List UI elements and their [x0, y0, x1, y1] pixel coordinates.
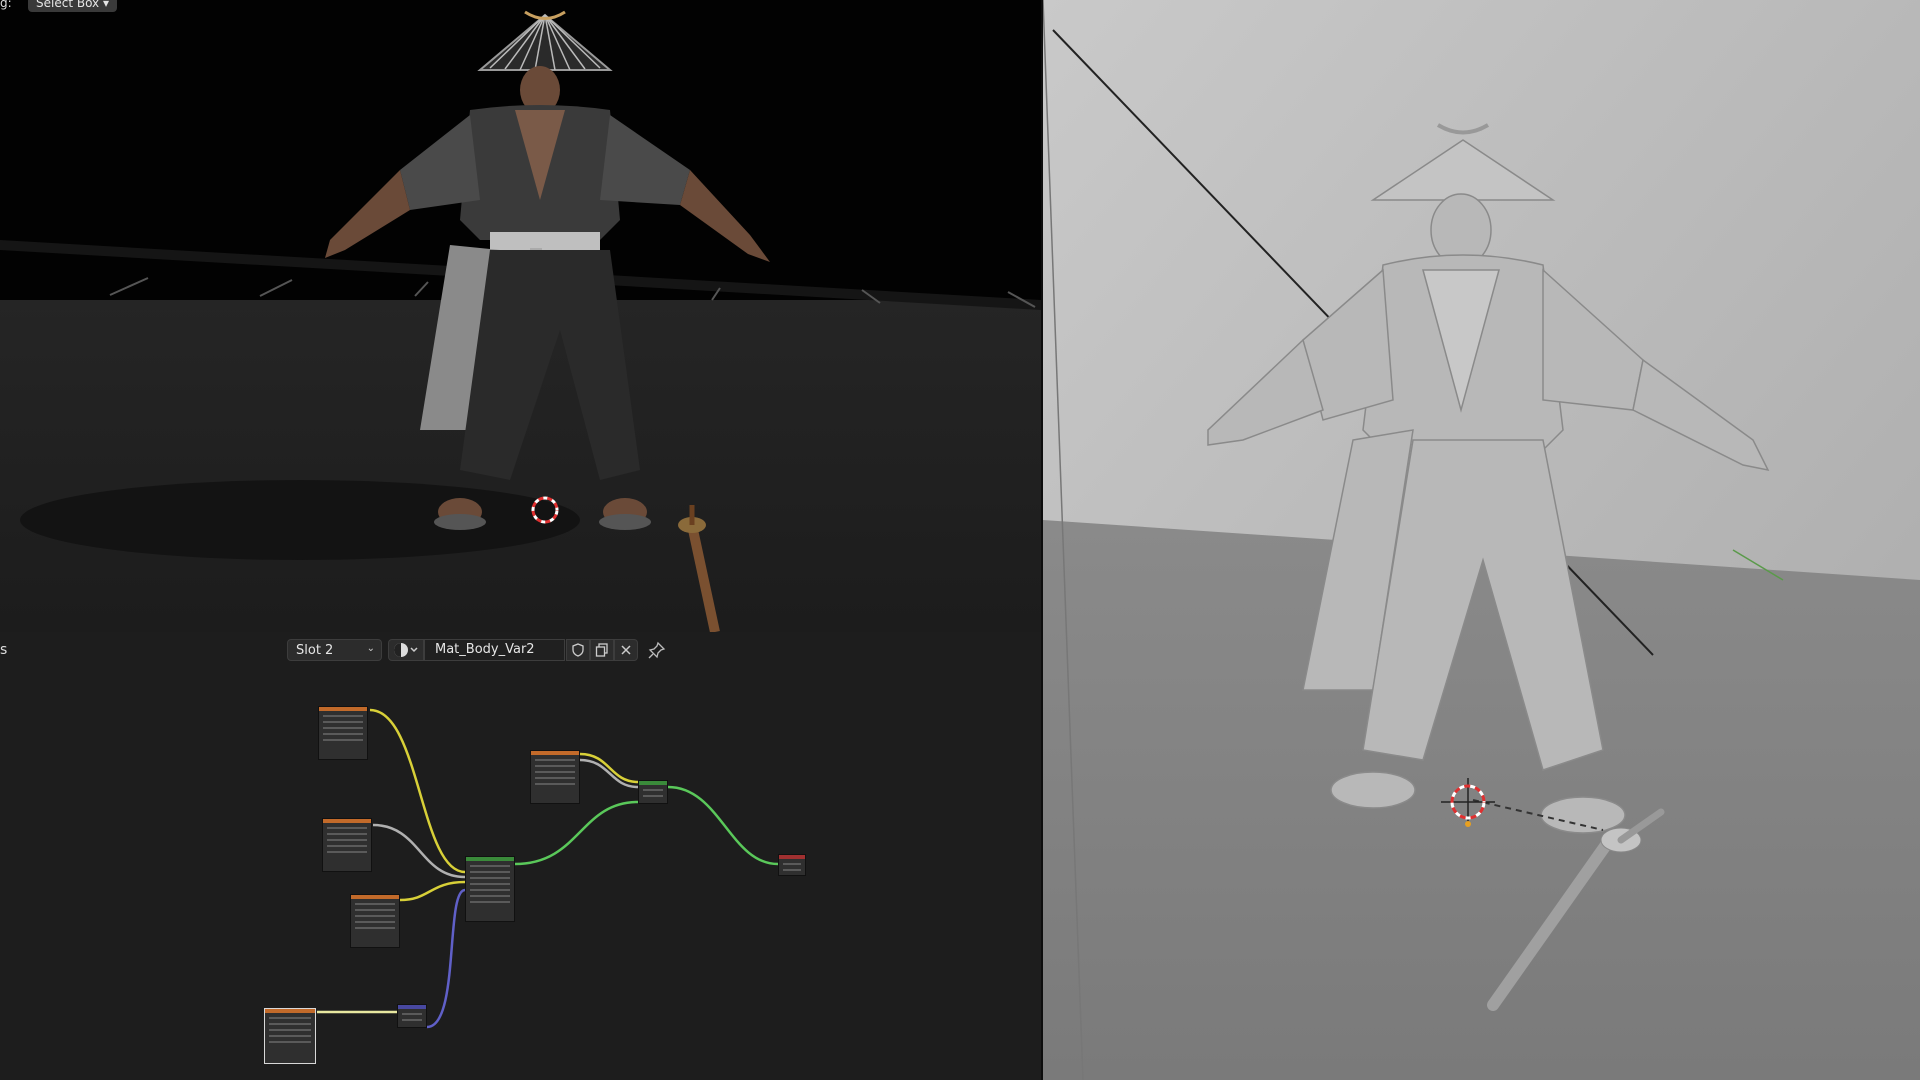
solid-scene — [1043, 0, 1920, 1080]
shader-node-editor[interactable]: s Slot 2 ⌄ Mat_Body_Var2 — [0, 632, 1041, 1080]
link-shader — [514, 800, 639, 866]
image-texture-node[interactable] — [350, 894, 400, 948]
image-texture-node[interactable] — [318, 706, 368, 760]
normal-map-node[interactable] — [397, 1004, 427, 1028]
viewport-rendered[interactable]: g: Select Box ▾ — [0, 0, 1041, 632]
mix-shader-node[interactable] — [638, 780, 668, 804]
material-output-node[interactable] — [778, 854, 806, 876]
principled-bsdf-node[interactable] — [465, 856, 515, 922]
select-mode-dropdown[interactable]: Select Box ▾ — [28, 0, 117, 12]
link-shader-out — [667, 785, 779, 866]
image-texture-node[interactable] — [322, 818, 372, 872]
link-normal — [426, 888, 466, 1029]
image-texture-node[interactable] — [530, 750, 580, 804]
link-color-3 — [579, 752, 639, 784]
link-color-2 — [399, 880, 466, 902]
link-alpha — [372, 823, 466, 879]
image-texture-node-selected[interactable] — [264, 1008, 316, 1064]
node-links — [317, 708, 779, 1029]
rendered-scene — [0, 0, 1041, 632]
link-alpha-3 — [579, 758, 639, 789]
viewport-solid[interactable] — [1043, 0, 1920, 1080]
left-area: g: Select Box ▾ s Slot 2 ⌄ Mat_Body_Var2 — [0, 0, 1041, 1080]
drag-label: g: — [0, 0, 12, 10]
